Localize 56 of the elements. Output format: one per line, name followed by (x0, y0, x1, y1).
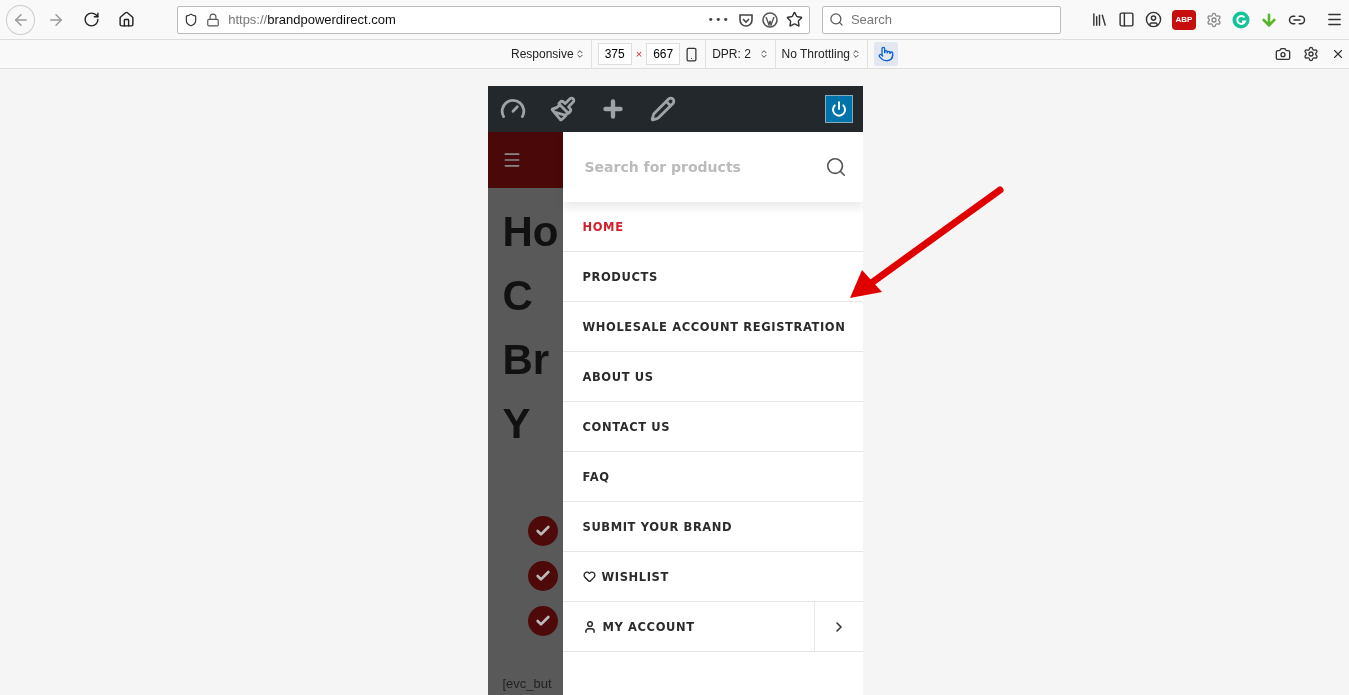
check-icon (527, 606, 558, 636)
pencil-icon[interactable] (649, 96, 676, 122)
pocket-icon[interactable] (737, 11, 754, 28)
menu-item[interactable]: SUBMIT YOUR BRAND (562, 502, 863, 551)
heading-text: Y (502, 399, 532, 449)
menu-item[interactable]: ABOUT US (562, 352, 863, 401)
menu-item[interactable]: FAQ (562, 452, 863, 501)
power-icon (830, 101, 847, 117)
power-button[interactable] (824, 95, 853, 123)
shield-icon (184, 12, 199, 27)
up-down-icon (574, 49, 585, 59)
menu-item[interactable]: WISHLIST (562, 552, 863, 601)
page-actions-button[interactable]: ••• (707, 13, 730, 26)
menu-item[interactable]: CONTACT US (562, 402, 863, 451)
camera-icon[interactable] (1275, 46, 1291, 62)
settings-icon[interactable] (1303, 46, 1319, 62)
account-icon[interactable] (1145, 11, 1162, 28)
touch-button[interactable] (874, 42, 898, 66)
brush-icon[interactable] (549, 96, 576, 122)
adblock-button[interactable]: ABP (1172, 9, 1196, 30)
height-field[interactable]: 667 (646, 43, 681, 65)
throttling-select[interactable]: No Throttling (781, 47, 861, 61)
device-select[interactable]: Responsive (511, 47, 585, 61)
times-sign: × (635, 48, 643, 60)
reload-icon (82, 11, 100, 28)
check-icon (527, 561, 558, 591)
home-icon (118, 11, 136, 28)
menu-item[interactable]: HOME (562, 202, 863, 251)
search-icon[interactable] (824, 156, 847, 178)
wordpress-icon[interactable] (761, 11, 778, 28)
dpr-select[interactable]: DPR: 2 (712, 47, 769, 61)
gear-icon[interactable] (1206, 11, 1222, 28)
body-text: [evc_but (501, 675, 553, 693)
up-down-icon (758, 49, 769, 59)
heading-text: Ho (502, 207, 560, 257)
menu-item[interactable]: MY ACCOUNT (562, 602, 814, 651)
heart-icon (582, 570, 596, 583)
menu-item[interactable]: WHOLESALE ACCOUNT REGISTRATION (562, 302, 863, 351)
heading-text: C (502, 271, 534, 321)
lock-icon (206, 12, 221, 27)
up-down-icon (851, 49, 861, 59)
search-icon (828, 11, 844, 27)
rotate-icon[interactable] (684, 46, 700, 62)
close-icon[interactable] (1331, 47, 1345, 61)
check-icon (527, 516, 558, 546)
heading-text: Br (502, 335, 551, 385)
width-field[interactable]: 375 (597, 43, 632, 65)
sidebar-icon[interactable] (1118, 11, 1135, 28)
address-bar[interactable]: https://brandpowerdirect.com ••• (177, 5, 810, 34)
search-field[interactable]: Search (821, 5, 1061, 34)
star-icon[interactable] (785, 11, 803, 28)
menu-icon[interactable] (1326, 11, 1343, 28)
url-text: https://brandpowerdirect.com (228, 12, 397, 27)
user-icon (582, 619, 597, 634)
menu-item[interactable]: PRODUCTS (562, 252, 863, 301)
library-icon[interactable] (1091, 11, 1108, 28)
